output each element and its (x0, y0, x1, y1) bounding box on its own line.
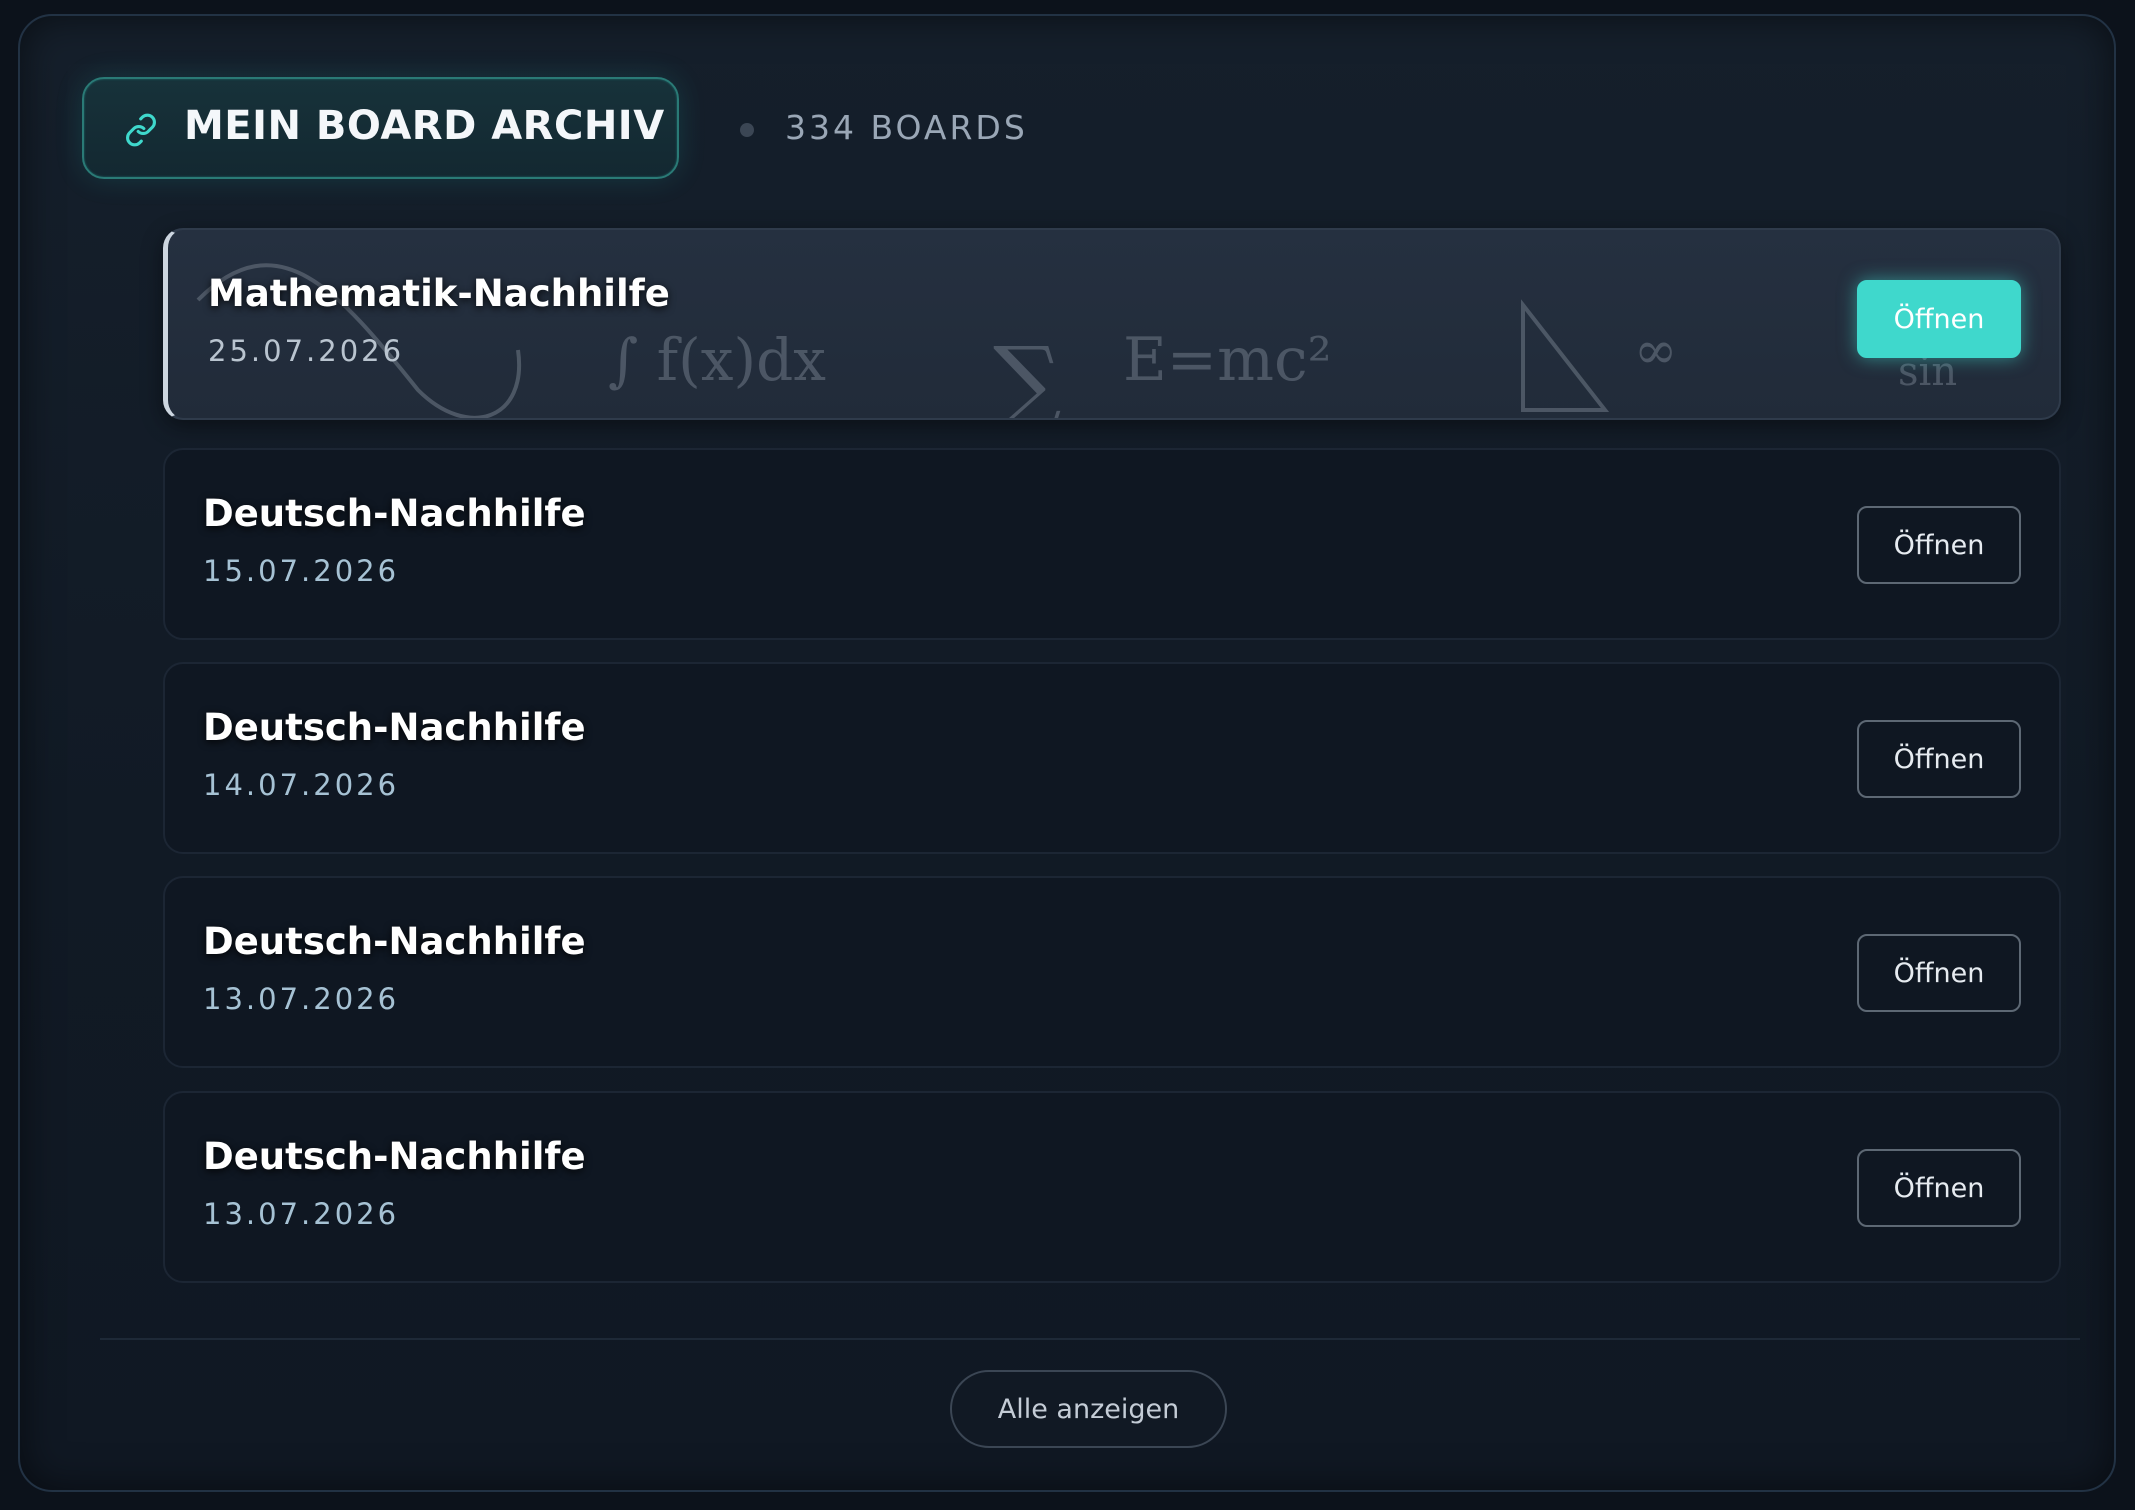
board-item-deutsch[interactable]: Deutsch-Nachhilfe 14.07.2026 Öffnen (163, 662, 2061, 854)
board-item-mathematik[interactable]: ∫ f(x)dx ∑ E=mc² ∞ sin Mathematik-Nachhi… (163, 228, 2061, 420)
board-date: 14.07.2026 (203, 768, 400, 802)
archive-header: MEIN BOARD ARCHIV (82, 77, 679, 179)
open-button[interactable]: Öffnen (1857, 506, 2021, 584)
board-date: 13.07.2026 (203, 1197, 400, 1231)
board-title: Mathematik-Nachhilfe (208, 272, 670, 315)
board-archive-panel: MEIN BOARD ARCHIV 334 BOARDS ∫ f(x)dx ∑ … (18, 14, 2116, 1492)
board-date: 25.07.2026 (208, 334, 405, 368)
math-doodle-background: ∫ f(x)dx ∑ E=mc² ∞ sin (196, 263, 1957, 420)
board-title: Deutsch-Nachhilfe (203, 920, 586, 963)
open-button[interactable]: Öffnen (1857, 280, 2021, 358)
svg-text:∫ f(x)dx: ∫ f(x)dx (608, 326, 826, 394)
separator-dot (740, 123, 754, 137)
open-button[interactable]: Öffnen (1857, 934, 2021, 1012)
board-title: Deutsch-Nachhilfe (203, 706, 586, 749)
board-item-deutsch[interactable]: Deutsch-Nachhilfe 13.07.2026 Öffnen (163, 1091, 2061, 1283)
show-all-button[interactable]: Alle anzeigen (950, 1370, 1227, 1448)
footer-divider (100, 1338, 2080, 1340)
board-date: 15.07.2026 (203, 554, 400, 588)
board-date: 13.07.2026 (203, 982, 400, 1016)
link-icon (126, 113, 156, 147)
svg-text:∑: ∑ (993, 326, 1062, 420)
svg-text:E=mc²: E=mc² (1123, 325, 1332, 395)
archive-title: MEIN BOARD ARCHIV (184, 103, 665, 149)
open-button[interactable]: Öffnen (1857, 720, 2021, 798)
board-item-deutsch[interactable]: Deutsch-Nachhilfe 13.07.2026 Öffnen (163, 876, 2061, 1068)
board-title: Deutsch-Nachhilfe (203, 492, 586, 535)
board-title: Deutsch-Nachhilfe (203, 1135, 586, 1178)
board-count: 334 BOARDS (785, 108, 1028, 147)
open-button[interactable]: Öffnen (1857, 1149, 2021, 1227)
svg-text:∞: ∞ (1634, 321, 1677, 381)
board-item-deutsch[interactable]: Deutsch-Nachhilfe 15.07.2026 Öffnen (163, 448, 2061, 640)
